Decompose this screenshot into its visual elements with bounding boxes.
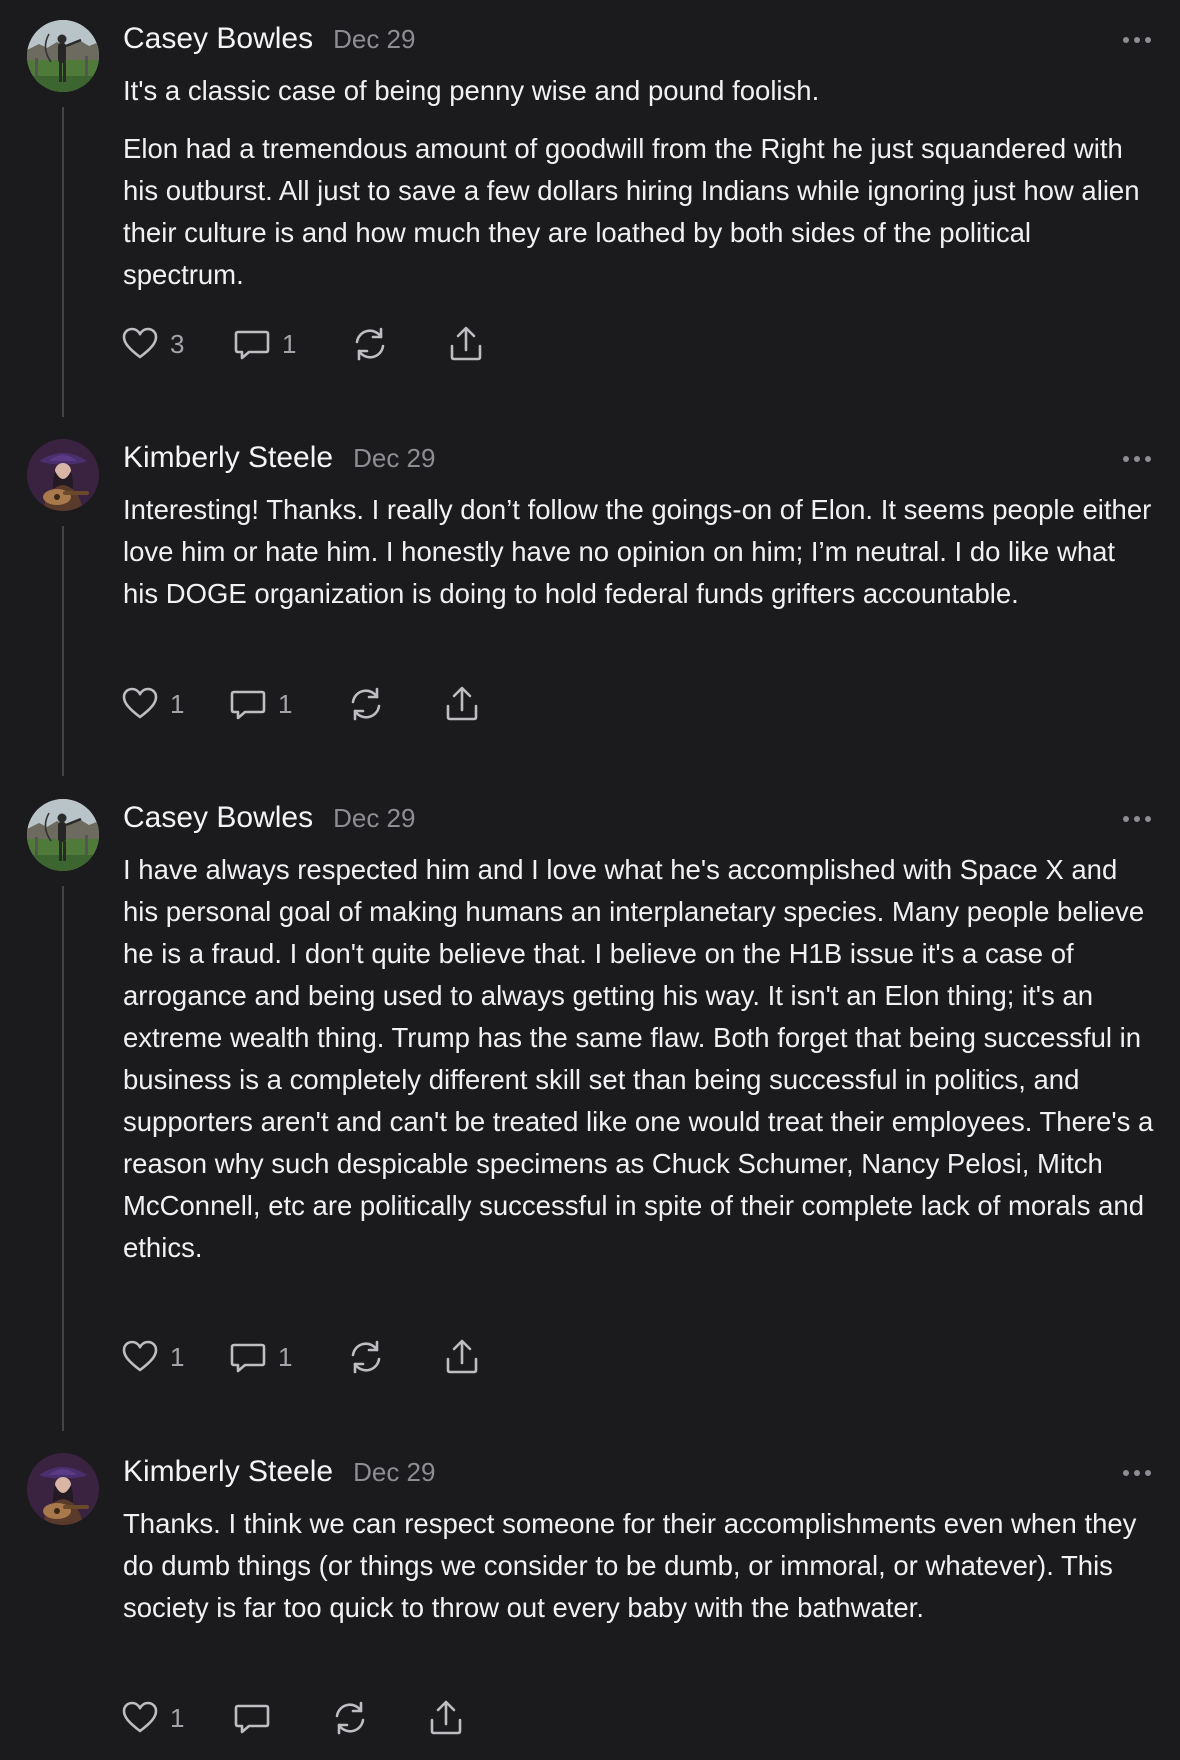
heart-icon bbox=[120, 324, 160, 364]
more-icon bbox=[1120, 807, 1154, 831]
comment-icon bbox=[232, 1698, 272, 1738]
archer-avatar-image bbox=[27, 799, 99, 871]
more-options-button[interactable] bbox=[1120, 1461, 1154, 1485]
comment-body: Interesting! Thanks. I really don’t foll… bbox=[123, 489, 1157, 631]
avatar[interactable] bbox=[27, 1453, 99, 1525]
comment: Casey Bowles Dec 29 I have always respec… bbox=[0, 779, 1180, 1431]
heart-icon bbox=[120, 1337, 160, 1377]
reply-count: 1 bbox=[278, 688, 293, 719]
like-count: 1 bbox=[170, 1341, 185, 1372]
more-icon bbox=[1120, 28, 1154, 52]
reply-button[interactable]: 1 bbox=[232, 321, 296, 367]
share-icon bbox=[442, 684, 482, 724]
comment-paragraph: Elon had a tremendous amount of goodwill… bbox=[123, 133, 1140, 290]
restack-icon bbox=[346, 1337, 386, 1377]
share-button[interactable] bbox=[426, 1695, 466, 1741]
reply-button[interactable]: 1 bbox=[228, 681, 292, 727]
restack-button[interactable] bbox=[330, 1695, 370, 1741]
author-name[interactable]: Casey Bowles bbox=[123, 801, 313, 835]
guitarist-avatar-image bbox=[27, 1453, 99, 1525]
thread-line bbox=[62, 107, 64, 417]
avatar[interactable] bbox=[27, 20, 99, 92]
avatar[interactable] bbox=[27, 439, 99, 511]
guitarist-avatar-image bbox=[27, 439, 99, 511]
restack-icon bbox=[346, 684, 386, 724]
heart-icon bbox=[120, 684, 160, 724]
comment-icon bbox=[228, 1337, 268, 1377]
more-options-button[interactable] bbox=[1120, 28, 1154, 52]
share-icon bbox=[442, 1337, 482, 1377]
comment-paragraph: Thanks. I think we can respect someone f… bbox=[123, 1508, 1137, 1623]
more-options-button[interactable] bbox=[1120, 447, 1154, 471]
comment-header: Kimberly Steele Dec 29 bbox=[123, 1455, 435, 1495]
comment: Kimberly Steele Dec 29 Interesting! Than… bbox=[0, 419, 1180, 779]
comment-icon bbox=[232, 324, 272, 364]
author-name[interactable]: Kimberly Steele bbox=[123, 1455, 333, 1489]
comment-body: It's a classic case of being penny wise … bbox=[123, 70, 1157, 312]
thread-line bbox=[62, 526, 64, 776]
comment-header: Kimberly Steele Dec 29 bbox=[123, 441, 435, 481]
comment-paragraph: It's a classic case of being penny wise … bbox=[123, 75, 820, 106]
restack-icon bbox=[350, 324, 390, 364]
comment: Casey Bowles Dec 29 It's a classic case … bbox=[0, 0, 1180, 417]
comment-icon bbox=[228, 684, 268, 724]
reply-button[interactable]: 1 bbox=[228, 1334, 292, 1380]
comment: Kimberly Steele Dec 29 Thanks. I think w… bbox=[0, 1433, 1180, 1760]
more-icon bbox=[1120, 447, 1154, 471]
more-options-button[interactable] bbox=[1120, 807, 1154, 831]
author-name[interactable]: Casey Bowles bbox=[123, 22, 313, 56]
like-count: 3 bbox=[170, 328, 185, 359]
like-button[interactable]: 3 bbox=[120, 321, 184, 367]
reply-button[interactable] bbox=[232, 1695, 272, 1741]
archer-avatar-image bbox=[27, 20, 99, 92]
restack-button[interactable] bbox=[346, 1334, 386, 1380]
like-button[interactable]: 1 bbox=[120, 1334, 184, 1380]
share-button[interactable] bbox=[442, 681, 482, 727]
comment-header: Casey Bowles Dec 29 bbox=[123, 801, 415, 841]
restack-button[interactable] bbox=[346, 681, 386, 727]
author-name[interactable]: Kimberly Steele bbox=[123, 441, 333, 475]
share-icon bbox=[426, 1698, 466, 1738]
restack-button[interactable] bbox=[350, 321, 390, 367]
more-icon bbox=[1120, 1461, 1154, 1485]
reply-count: 1 bbox=[282, 328, 297, 359]
comment-date[interactable]: Dec 29 bbox=[333, 803, 415, 834]
heart-icon bbox=[120, 1698, 160, 1738]
comment-date[interactable]: Dec 29 bbox=[353, 443, 435, 474]
like-button[interactable]: 1 bbox=[120, 1695, 184, 1741]
comment-body: Thanks. I think we can respect someone f… bbox=[123, 1503, 1157, 1645]
share-button[interactable] bbox=[442, 1334, 482, 1380]
comment-paragraph: Interesting! Thanks. I really don’t foll… bbox=[123, 494, 1152, 609]
reply-count: 1 bbox=[278, 1341, 293, 1372]
avatar[interactable] bbox=[27, 799, 99, 871]
like-count: 1 bbox=[170, 1702, 185, 1733]
comment-thread: Casey Bowles Dec 29 It's a classic case … bbox=[0, 0, 1180, 1760]
like-count: 1 bbox=[170, 688, 185, 719]
comment-date[interactable]: Dec 29 bbox=[353, 1457, 435, 1488]
comment-date[interactable]: Dec 29 bbox=[333, 24, 415, 55]
thread-line bbox=[62, 886, 64, 1431]
comment-header: Casey Bowles Dec 29 bbox=[123, 22, 415, 62]
comment-body: I have always respected him and I love w… bbox=[123, 849, 1157, 1285]
restack-icon bbox=[330, 1698, 370, 1738]
share-icon bbox=[446, 324, 486, 364]
like-button[interactable]: 1 bbox=[120, 681, 184, 727]
comment-paragraph: I have always respected him and I love w… bbox=[123, 854, 1154, 1263]
share-button[interactable] bbox=[446, 321, 486, 367]
